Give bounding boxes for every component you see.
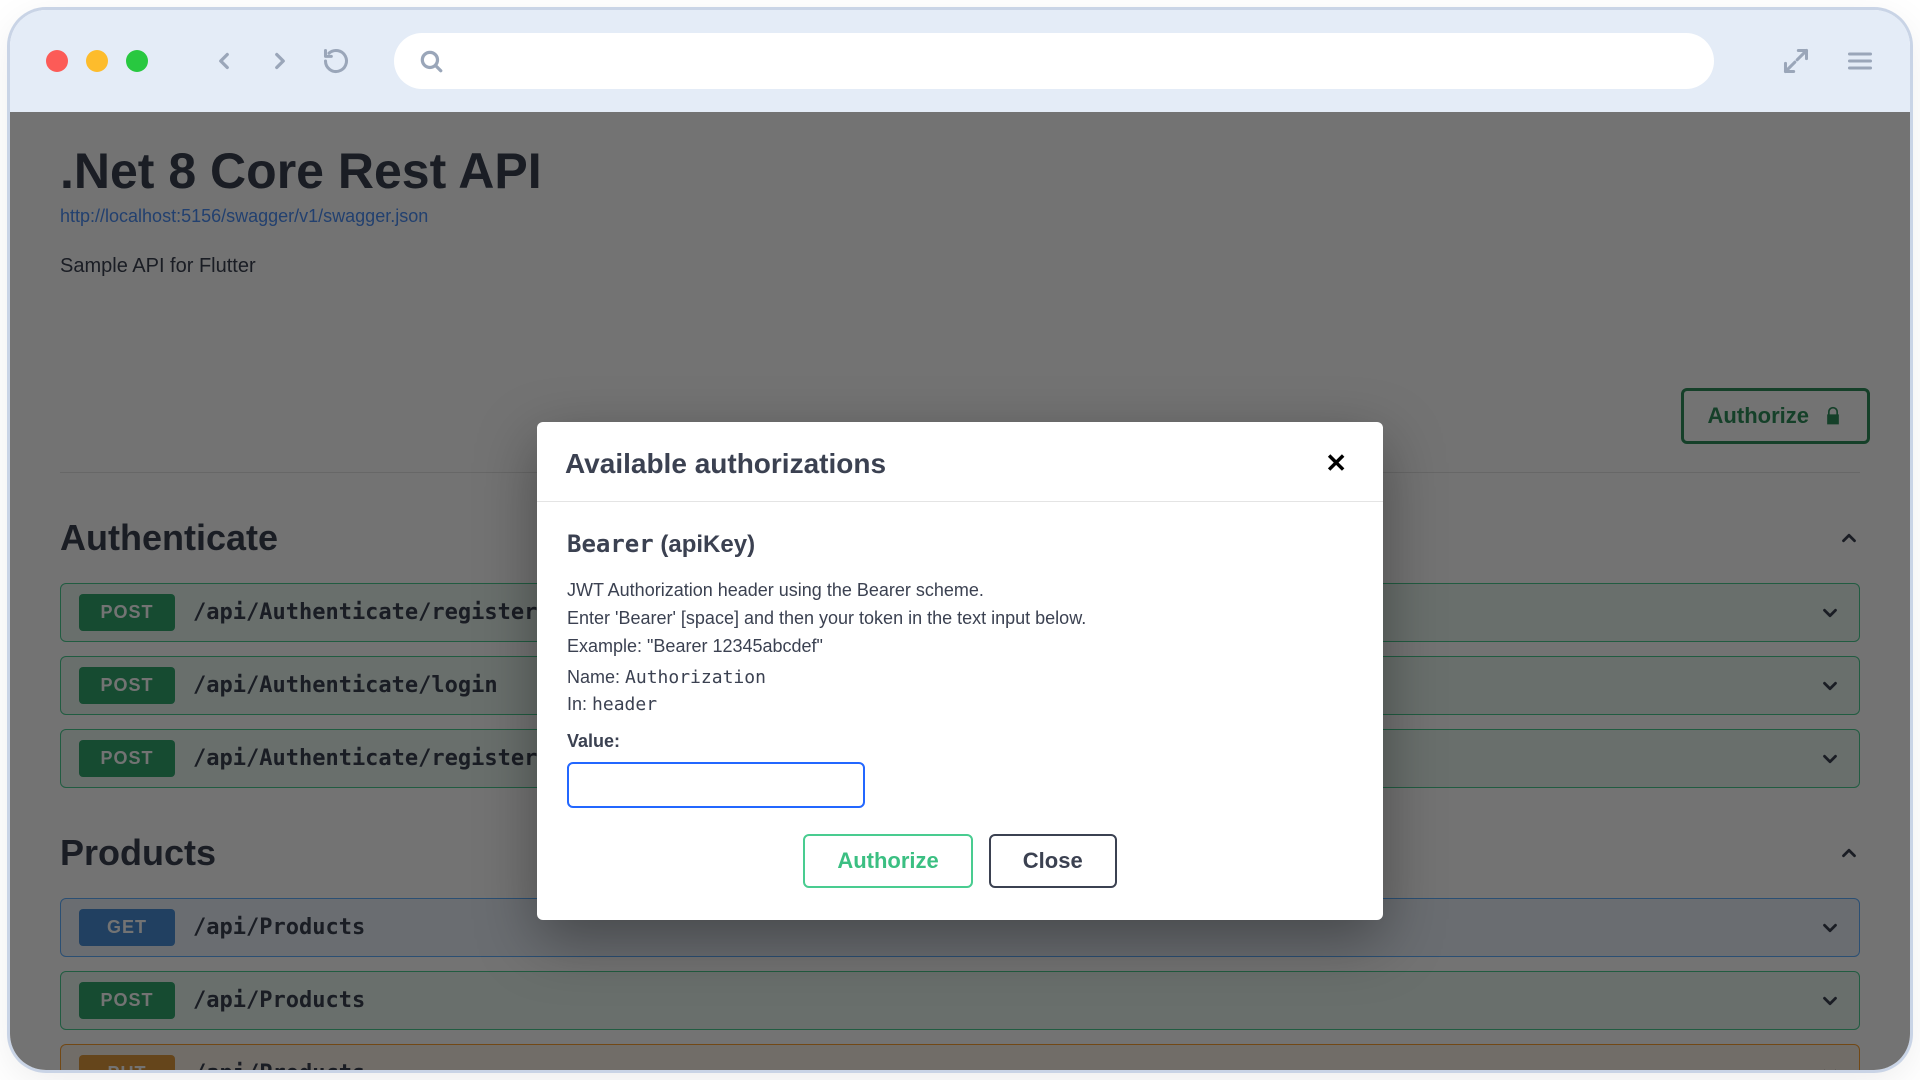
address-bar[interactable] <box>394 33 1714 89</box>
modal-authorize-button[interactable]: Authorize <box>803 834 972 888</box>
modal-title: Available authorizations <box>565 448 886 480</box>
modal-close-button[interactable]: ✕ <box>1317 444 1355 483</box>
close-icon: ✕ <box>1325 448 1347 478</box>
expand-icon[interactable] <box>1782 47 1810 75</box>
toolbar-right <box>1782 47 1874 75</box>
scheme-name-kv: Name: Authorization <box>567 667 1353 688</box>
modal-header: Available authorizations ✕ <box>537 422 1383 502</box>
modal-overlay[interactable]: Available authorizations ✕ Bearer (apiKe… <box>10 112 1910 1070</box>
scheme-in-kv: In: header <box>567 694 1353 715</box>
scheme-name: Bearer (apiKey) <box>567 530 1353 559</box>
back-button[interactable] <box>210 47 238 75</box>
forward-button[interactable] <box>266 47 294 75</box>
kv-label: Name: <box>567 667 620 687</box>
kv-value: header <box>592 694 657 715</box>
page-content-wrapper: .Net 8 Core Rest API http://localhost:51… <box>10 112 1910 1070</box>
kv-value: Authorization <box>625 667 766 688</box>
window-close-icon[interactable] <box>46 50 68 72</box>
window-minimize-icon[interactable] <box>86 50 108 72</box>
modal-close-text-button[interactable]: Close <box>989 834 1117 888</box>
search-icon <box>418 48 444 74</box>
scheme-name-value: Bearer <box>567 530 654 558</box>
scheme-desc-line: JWT Authorization header using the Beare… <box>567 577 1353 605</box>
window-controls <box>46 50 148 72</box>
reload-button[interactable] <box>322 47 350 75</box>
modal-body: Bearer (apiKey) JWT Authorization header… <box>537 502 1383 920</box>
scheme-desc-line: Example: "Bearer 12345abcdef" <box>567 633 1353 661</box>
auth-value-input[interactable] <box>567 762 865 808</box>
menu-icon[interactable] <box>1846 47 1874 75</box>
scheme-desc-line: Enter 'Bearer' [space] and then your tok… <box>567 605 1353 633</box>
browser-window: .Net 8 Core Rest API http://localhost:51… <box>10 10 1910 1070</box>
authorize-modal: Available authorizations ✕ Bearer (apiKe… <box>537 422 1383 920</box>
kv-label: In: <box>567 694 587 714</box>
window-maximize-icon[interactable] <box>126 50 148 72</box>
scheme-type: (apiKey) <box>660 531 755 558</box>
modal-actions: Authorize Close <box>567 834 1353 888</box>
nav-button-group <box>210 47 350 75</box>
value-label: Value: <box>567 731 1353 752</box>
browser-toolbar <box>10 10 1910 112</box>
